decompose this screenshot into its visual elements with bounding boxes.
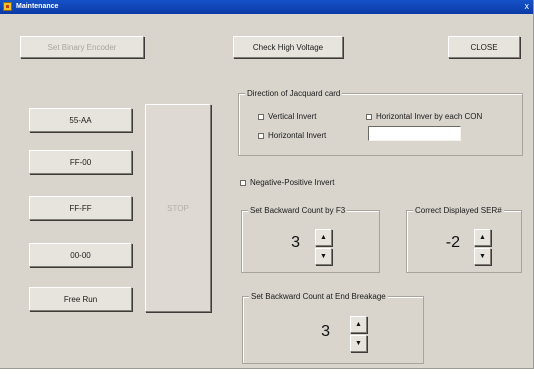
backward-f3-value: 3 <box>291 234 300 251</box>
window-title: Maintenance <box>16 3 59 10</box>
vertical-invert-box[interactable] <box>258 113 264 120</box>
app-icon <box>3 2 12 11</box>
title-bar[interactable]: Maintenance x <box>0 0 533 14</box>
free-run-button[interactable]: Free Run <box>29 287 132 311</box>
negative-positive-invert-checkbox[interactable]: Negative-Positive Invert <box>240 178 334 187</box>
backward-f3-spinner[interactable]: ▲ ▼ <box>315 229 332 265</box>
backward-f3-group: Set Backward Count by F3 <box>241 205 380 273</box>
horizontal-invert-each-con-checkbox[interactable]: Horizontal Inver by each CON <box>366 112 482 121</box>
end-breakage-group: Set Backward Count at End Breakage <box>242 291 424 364</box>
direction-group-title: Direction of Jacquard card <box>245 88 343 99</box>
stop-button[interactable]: STOP <box>145 104 211 312</box>
backward-f3-up-arrow-icon[interactable]: ▲ <box>315 229 332 246</box>
vertical-invert-label: Vertical Invert <box>268 112 317 121</box>
end-breakage-up-arrow-icon[interactable]: ▲ <box>350 316 367 333</box>
correct-ser-up-arrow-icon[interactable]: ▲ <box>474 229 491 246</box>
horizontal-invert-checkbox[interactable]: Horizontal Invert <box>258 131 326 140</box>
pattern-ff00-button[interactable]: FF-00 <box>29 150 132 174</box>
negative-positive-invert-label: Negative-Positive Invert <box>250 178 335 187</box>
direction-group: Direction of Jacquard card <box>238 88 523 156</box>
con-input-field[interactable] <box>368 126 461 141</box>
correct-ser-title: Correct Displayed SER# <box>413 205 504 216</box>
pattern-0000-button[interactable]: 00-00 <box>29 243 132 267</box>
close-button[interactable]: CLOSE <box>448 36 520 58</box>
horizontal-invert-box[interactable] <box>258 132 264 139</box>
backward-f3-down-arrow-icon[interactable]: ▼ <box>315 248 332 265</box>
horizontal-invert-label: Horizontal Invert <box>268 131 327 140</box>
title-close-button[interactable]: x <box>525 0 530 13</box>
maintenance-window: Maintenance x Set Binary Encoder Check H… <box>0 0 534 369</box>
end-breakage-value: 3 <box>321 323 330 340</box>
end-breakage-down-arrow-icon[interactable]: ▼ <box>350 335 367 352</box>
negative-positive-invert-box[interactable] <box>240 179 246 186</box>
check-high-voltage-button[interactable]: Check High Voltage <box>233 36 343 58</box>
correct-ser-group: Correct Displayed SER# <box>406 205 522 273</box>
pattern-55aa-button[interactable]: 55-AA <box>29 108 132 132</box>
set-binary-encoder-button[interactable]: Set Binary Encoder <box>20 36 144 58</box>
end-breakage-title: Set Backward Count at End Breakage <box>249 291 388 302</box>
correct-ser-value: -2 <box>445 234 460 251</box>
correct-ser-down-arrow-icon[interactable]: ▼ <box>474 248 491 265</box>
horizontal-invert-each-con-label: Horizontal Inver by each CON <box>376 112 483 121</box>
correct-ser-spinner[interactable]: ▲ ▼ <box>474 229 491 265</box>
vertical-invert-checkbox[interactable]: Vertical Invert <box>258 112 316 121</box>
horizontal-invert-each-con-box[interactable] <box>366 113 372 120</box>
pattern-ffff-button[interactable]: FF-FF <box>29 196 132 220</box>
end-breakage-spinner[interactable]: ▲ ▼ <box>350 316 367 352</box>
backward-f3-title: Set Backward Count by F3 <box>248 205 348 216</box>
